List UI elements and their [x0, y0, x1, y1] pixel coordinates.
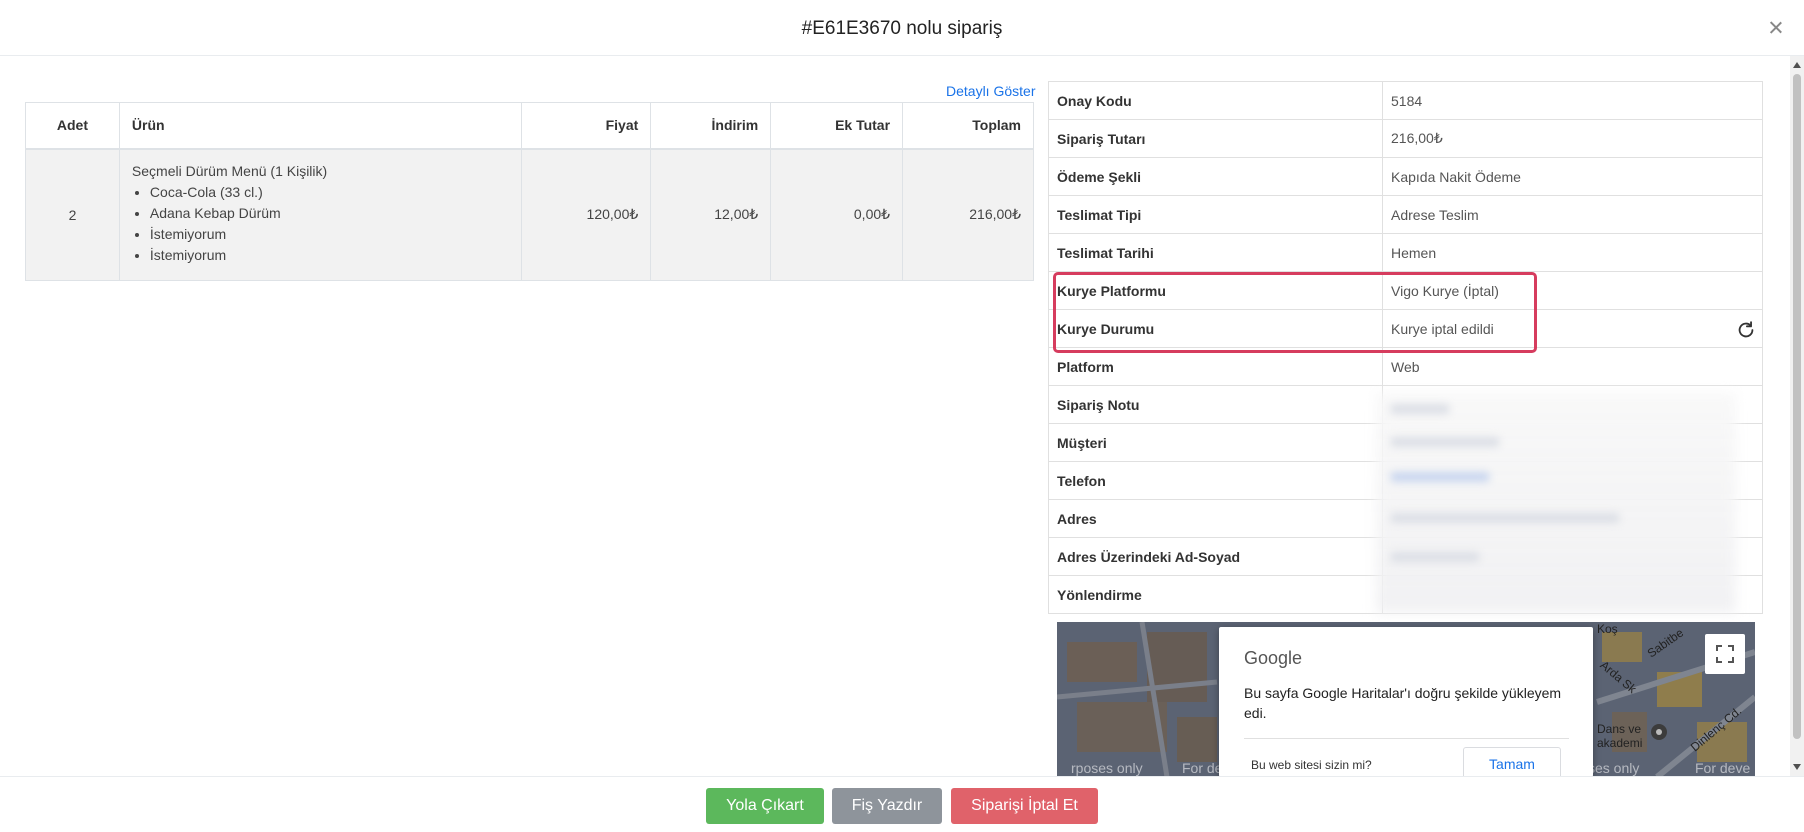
close-icon[interactable]	[1766, 18, 1786, 38]
info-label: Kurye Platformu	[1048, 271, 1383, 310]
redacted-line	[1390, 472, 1490, 482]
info-label: Ödeme Şekli	[1048, 157, 1383, 196]
info-label: Platform	[1048, 347, 1383, 386]
map-street-label: Dans ve	[1597, 722, 1642, 736]
info-value: Hemen	[1382, 233, 1763, 272]
scrollbar[interactable]	[1790, 56, 1804, 776]
info-row-siparis-tutari: Sipariş Tutarı 216,00₺	[1048, 119, 1763, 158]
print-receipt-button[interactable]: Fiş Yazdır	[832, 788, 942, 824]
col-header-ek-tutar: Ek Tutar	[770, 102, 904, 150]
map-street-label: akademi	[1597, 736, 1643, 750]
map-dev-text: For deve	[1695, 760, 1751, 776]
redacted-customer-info	[1376, 393, 1736, 613]
list-item: İstemiyorum	[150, 224, 509, 245]
info-row-onay-kodu: Onay Kodu 5184	[1048, 81, 1763, 120]
fullscreen-button[interactable]	[1705, 634, 1745, 674]
info-label: Telefon	[1048, 461, 1383, 500]
info-label: Adres Üzerindeki Ad-Soyad	[1048, 537, 1383, 576]
modal-footer: Yola Çıkart Fiş Yazdır Siparişi İptal Et	[0, 776, 1804, 832]
info-label: Adres	[1048, 499, 1383, 538]
col-header-adet: Adet	[25, 102, 120, 150]
refresh-icon[interactable]	[1735, 319, 1757, 341]
redacted-line	[1390, 437, 1500, 447]
modal-title: #E61E3670 nolu sipariş	[801, 18, 1003, 39]
col-header-urun: Ürün	[118, 102, 523, 150]
info-row-platform: Platform Web	[1048, 347, 1763, 386]
list-item: Adana Kebap Dürüm	[150, 203, 509, 224]
info-value: Kurye iptal edildi	[1382, 309, 1763, 348]
cell-fiyat: 120,00₺	[521, 148, 652, 281]
info-label: Yönlendirme	[1048, 575, 1383, 614]
info-row-kurye-durumu: Kurye Durumu Kurye iptal edildi	[1048, 309, 1763, 348]
col-header-fiyat: Fiyat	[521, 102, 652, 150]
info-label: Sipariş Notu	[1048, 385, 1383, 424]
info-label: Teslimat Tipi	[1048, 195, 1383, 234]
info-label: Onay Kodu	[1048, 81, 1383, 120]
cell-toplam: 216,00₺	[902, 148, 1034, 281]
map-street-label: Koş	[1597, 622, 1618, 636]
show-details-link[interactable]: Detaylı Göster	[946, 83, 1035, 99]
cell-indirim: 12,00₺	[650, 148, 772, 281]
info-row-kurye-platformu: Kurye Platformu Vigo Kurye (İptal)	[1048, 271, 1763, 310]
google-logo: Google	[1244, 648, 1303, 668]
product-options-list: Coca-Cola (33 cl.) Adana Kebap Dürüm İst…	[132, 182, 509, 266]
cancel-order-button[interactable]: Siparişi İptal Et	[951, 788, 1098, 824]
col-header-indirim: İndirim	[650, 102, 772, 150]
info-value: 5184	[1382, 81, 1763, 120]
cell-adet: 2	[25, 148, 120, 281]
map-error-message: Bu sayfa Google Haritalar'ı doğru şekild…	[1244, 685, 1562, 721]
order-items-table: Adet Ürün Fiyat İndirim Ek Tutar Toplam …	[25, 102, 1034, 281]
map-owner-question: Bu web sitesi sizin mi?	[1251, 758, 1372, 772]
fullscreen-icon	[1716, 645, 1734, 663]
ship-button[interactable]: Yola Çıkart	[706, 788, 824, 824]
list-item: Coca-Cola (33 cl.)	[150, 182, 509, 203]
info-value: Kapıda Nakit Ödeme	[1382, 157, 1763, 196]
map-error-dialog: Google Bu sayfa Google Haritalar'ı doğru…	[1219, 627, 1593, 777]
cell-urun: Seçmeli Dürüm Menü (1 Kişilik) Coca-Cola…	[118, 148, 523, 281]
info-row-teslimat-tipi: Teslimat Tipi Adrese Teslim	[1048, 195, 1763, 234]
info-label: Teslimat Tarihi	[1048, 233, 1383, 272]
redacted-line	[1390, 513, 1620, 523]
map-area[interactable]: rposes only For de ses only For deve Sab…	[1057, 622, 1755, 777]
map-ok-button[interactable]: Tamam	[1463, 747, 1561, 777]
table-row: 2 Seçmeli Dürüm Menü (1 Kişilik) Coca-Co…	[25, 148, 1034, 281]
info-label: Kurye Durumu	[1048, 309, 1383, 348]
info-row-teslimat-tarihi: Teslimat Tarihi Hemen	[1048, 233, 1763, 272]
list-item: İstemiyorum	[150, 245, 509, 266]
divider	[1244, 738, 1569, 739]
info-value: Vigo Kurye (İptal)	[1382, 271, 1763, 310]
col-header-toplam: Toplam	[902, 102, 1034, 150]
info-value: Web	[1382, 347, 1763, 386]
map-dev-text: rposes only	[1071, 760, 1143, 776]
cell-ek-tutar: 0,00₺	[770, 148, 904, 281]
redacted-line	[1390, 552, 1480, 562]
scroll-down-icon[interactable]	[1793, 764, 1801, 770]
info-value: 216,00₺	[1382, 119, 1763, 158]
info-row-odeme-sekli: Ödeme Şekli Kapıda Nakit Ödeme	[1048, 157, 1763, 196]
table-header-row: Adet Ürün Fiyat İndirim Ek Tutar Toplam	[25, 102, 1034, 150]
map-dev-text: ses only	[1588, 760, 1640, 776]
map-dev-text: For de	[1182, 760, 1223, 776]
scroll-up-icon[interactable]	[1793, 62, 1801, 68]
redacted-line	[1390, 404, 1450, 414]
info-label: Müşteri	[1048, 423, 1383, 462]
info-label: Sipariş Tutarı	[1048, 119, 1383, 158]
product-name: Seçmeli Dürüm Menü (1 Kişilik)	[131, 163, 328, 180]
scroll-thumb[interactable]	[1793, 74, 1801, 739]
modal-header: #E61E3670 nolu sipariş	[0, 0, 1804, 56]
info-value: Adrese Teslim	[1382, 195, 1763, 234]
